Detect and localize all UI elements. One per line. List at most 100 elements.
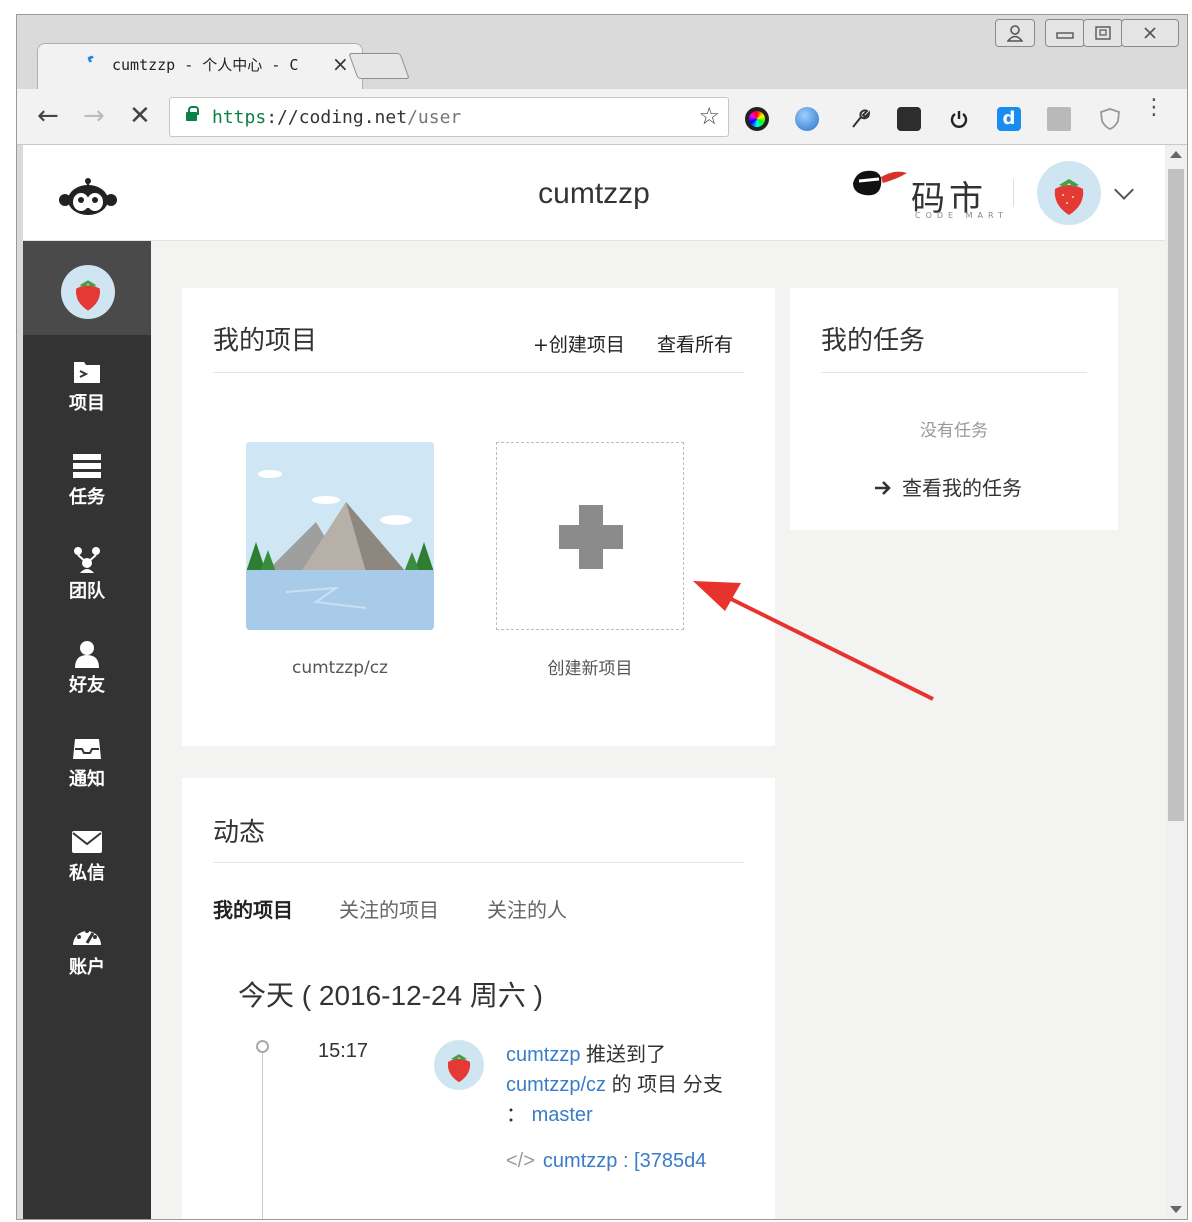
new-tab-button[interactable] xyxy=(348,53,410,79)
event-avatar[interactable] xyxy=(434,1040,484,1090)
codemart-subtitle: CODE MART xyxy=(915,211,1008,220)
tab-my-projects[interactable]: 我的项目 xyxy=(213,894,293,923)
reader-icon[interactable] xyxy=(1047,107,1071,131)
sidebar-item-account[interactable]: 账户 xyxy=(23,921,151,979)
team-icon xyxy=(74,547,100,573)
sidebar: 项目 任务 团队 好友 通知 私信 账户 xyxy=(23,241,151,1219)
event-commit[interactable]: </> cumtzzp : [3785d4 xyxy=(506,1150,726,1173)
arrow-right-icon xyxy=(875,481,891,495)
sidebar-item-label: 好友 xyxy=(69,675,105,696)
browser-window: cumtzzp - 个人中心 - C × ← → ✕ https://codin… xyxy=(16,14,1188,1220)
project-name[interactable]: cumtzzp/cz xyxy=(246,658,434,678)
sidebar-avatar[interactable] xyxy=(61,265,115,319)
close-window-button[interactable] xyxy=(1121,19,1179,47)
scroll-up-icon[interactable] xyxy=(1170,151,1182,158)
mountain-illustration xyxy=(246,442,434,630)
event-repo-link[interactable]: cumtzzp/cz xyxy=(506,1074,606,1096)
projects-title: 我的项目 xyxy=(213,326,318,356)
divider xyxy=(213,862,744,863)
d-icon[interactable]: d xyxy=(997,107,1021,131)
forward-button[interactable]: → xyxy=(83,99,105,133)
sidebar-item-label: 通知 xyxy=(69,769,105,790)
activity-card: 动态 我的项目 关注的项目 关注的人 今天 ( 2016-12-24 周六 ) … xyxy=(182,778,775,1219)
address-bar[interactable]: https://coding.net/user ☆ xyxy=(169,97,729,137)
view-all-projects-link[interactable]: 查看所有 xyxy=(657,330,733,357)
url-text: https://coding.net/user xyxy=(212,107,462,128)
activity-title: 动态 xyxy=(213,818,266,848)
tab-close-button[interactable]: × xyxy=(332,52,349,76)
event-text: cumtzzp 推送到了 cumtzzp/cz 的 项目 分支 ： master xyxy=(506,1044,723,1126)
vertical-scrollbar[interactable] xyxy=(1165,145,1187,1219)
bookmark-star-icon[interactable]: ☆ xyxy=(698,102,720,130)
event-branch-link[interactable]: master xyxy=(532,1104,593,1126)
strawberry-icon xyxy=(447,1054,471,1083)
event-user-link[interactable]: cumtzzp xyxy=(506,1044,580,1066)
new-project-tile[interactable] xyxy=(496,442,684,630)
tasks-icon xyxy=(73,454,101,478)
event-time: 15:17 xyxy=(318,1040,369,1062)
person-icon xyxy=(1006,25,1024,42)
tasks-title: 我的任务 xyxy=(821,326,926,356)
scrollbar-thumb[interactable] xyxy=(1168,169,1184,821)
loading-favicon-icon xyxy=(87,55,95,63)
color-wheel-icon[interactable] xyxy=(745,107,769,131)
sidebar-item-team[interactable]: 团队 xyxy=(23,545,151,603)
view-my-tasks-link[interactable]: 查看我的任务 xyxy=(874,472,1022,501)
ninja-icon xyxy=(853,170,907,196)
sidebar-item-label: 任务 xyxy=(69,487,105,508)
sidebar-item-label: 私信 xyxy=(69,863,105,884)
folder-icon xyxy=(74,362,100,383)
browser-tab[interactable]: cumtzzp - 个人中心 - C × xyxy=(37,43,363,89)
site-header: cumtzzp 码市 CODE MART xyxy=(23,145,1165,241)
friend-icon xyxy=(75,641,99,668)
sidebar-item-label: 项目 xyxy=(69,393,105,414)
codemart-logo[interactable]: 码市 CODE MART xyxy=(849,163,1009,220)
header-divider xyxy=(1013,179,1014,207)
project-thumbnail[interactable] xyxy=(246,442,434,630)
tab-followed-projects[interactable]: 关注的项目 xyxy=(339,894,439,923)
create-project-link[interactable]: +创建项目 xyxy=(533,330,625,357)
tool-icon[interactable] xyxy=(847,107,871,131)
page-viewport: cumtzzp 码市 CODE MART 项目 任务 团队 好友 通知 私信 账… xyxy=(23,145,1165,1219)
header-avatar[interactable] xyxy=(1037,161,1101,225)
maximize-button[interactable] xyxy=(1083,19,1123,47)
evernote-icon[interactable] xyxy=(897,107,921,131)
sidebar-avatar-area xyxy=(23,241,151,335)
sidebar-item-tasks[interactable]: 任务 xyxy=(23,451,151,509)
dashboard-icon xyxy=(73,929,101,945)
profile-button[interactable] xyxy=(995,19,1035,47)
shield-icon[interactable] xyxy=(1099,107,1123,131)
sidebar-item-messages[interactable]: 私信 xyxy=(23,827,151,885)
globe-icon[interactable] xyxy=(795,107,819,131)
browser-toolbar: ← → ✕ https://coding.net/user ☆ d ⋮ xyxy=(17,89,1187,145)
chrome-menu-icon[interactable]: ⋮ xyxy=(1143,97,1165,119)
sidebar-item-projects[interactable]: 项目 xyxy=(23,357,151,415)
close-icon xyxy=(1144,27,1156,39)
back-button[interactable]: ← xyxy=(37,99,59,133)
no-tasks-text: 没有任务 xyxy=(920,421,988,441)
divider xyxy=(821,372,1087,373)
sidebar-item-label: 账户 xyxy=(69,957,105,978)
divider xyxy=(213,372,744,373)
scroll-down-icon[interactable] xyxy=(1170,1206,1182,1213)
sidebar-item-label: 团队 xyxy=(69,581,105,602)
timeline-dot xyxy=(256,1040,269,1053)
lock-icon xyxy=(186,106,199,121)
sidebar-item-friends[interactable]: 好友 xyxy=(23,639,151,697)
timeline-line xyxy=(262,1050,263,1219)
new-project-label: 创建新项目 xyxy=(547,659,633,679)
sidebar-item-notifications[interactable]: 通知 xyxy=(23,733,151,791)
activity-date: 今天 ( 2016-12-24 周六 ) xyxy=(238,980,543,1011)
annotation-red-arrow xyxy=(693,581,934,701)
maximize-icon xyxy=(1095,26,1111,40)
strawberry-icon xyxy=(76,280,100,311)
strawberry-icon xyxy=(1054,179,1084,215)
code-icon: </> xyxy=(506,1150,535,1172)
minimize-button[interactable] xyxy=(1045,19,1085,47)
tab-followed-people[interactable]: 关注的人 xyxy=(487,894,567,923)
tab-title: cumtzzp - 个人中心 - C xyxy=(112,56,299,74)
minimize-icon xyxy=(1056,32,1074,39)
inbox-icon xyxy=(73,739,101,759)
power-icon[interactable] xyxy=(947,107,971,131)
stop-button[interactable]: ✕ xyxy=(129,99,151,133)
